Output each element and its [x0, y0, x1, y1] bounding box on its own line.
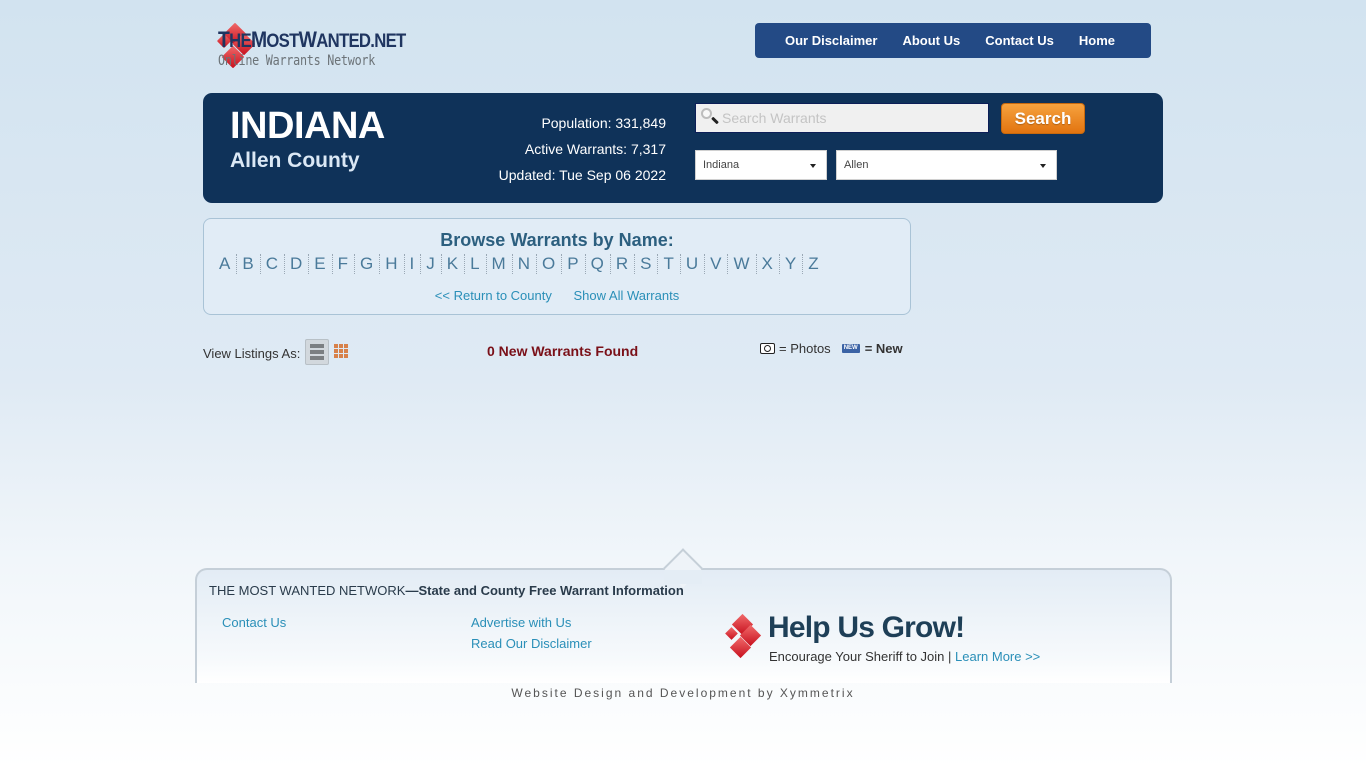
- search-field[interactable]: [695, 103, 989, 133]
- footer-title: THE MOST WANTED NETWORK—State and County…: [209, 583, 684, 598]
- state-title: INDIANA: [230, 105, 385, 147]
- county-select[interactable]: Allen: [836, 150, 1057, 180]
- nav-home[interactable]: Home: [1079, 33, 1115, 48]
- letter-link-r[interactable]: R: [611, 254, 636, 274]
- footer-contact-us-link[interactable]: Contact Us: [222, 615, 286, 630]
- chevron-down-icon: [810, 164, 816, 168]
- county-stats: Population: 331,849 Active Warrants: 7,3…: [499, 110, 666, 188]
- show-all-warrants-link[interactable]: Show All Warrants: [573, 288, 679, 303]
- letter-link-d[interactable]: D: [285, 254, 310, 274]
- new-legend-label: = New: [864, 341, 903, 356]
- letter-link-x[interactable]: X: [757, 254, 780, 274]
- letter-link-a[interactable]: A: [214, 254, 238, 274]
- browse-heading: Browse Warrants by Name:: [440, 230, 674, 250]
- search-icon: [700, 107, 722, 129]
- letter-link-y[interactable]: Y: [780, 254, 804, 274]
- letter-link-u[interactable]: U: [681, 254, 706, 274]
- county-select-value: Allen: [844, 159, 869, 171]
- letter-link-f[interactable]: F: [333, 254, 355, 274]
- active-warrants-stat: Active Warrants: 7,317: [524, 141, 666, 157]
- letter-link-v[interactable]: V: [705, 254, 729, 274]
- letter-link-k[interactable]: K: [442, 254, 466, 274]
- letter-link-e[interactable]: E: [309, 254, 333, 274]
- nav-contact-us[interactable]: Contact Us: [985, 33, 1054, 48]
- state-select-value: Indiana: [703, 159, 740, 171]
- letter-link-s[interactable]: S: [635, 254, 659, 274]
- design-credit: Website Design and Development by Xymmet…: [511, 686, 855, 700]
- letter-link-m[interactable]: M: [487, 254, 513, 274]
- letter-link-j[interactable]: J: [421, 254, 442, 274]
- updated-stat: Updated: Tue Sep 06 2022: [498, 167, 666, 183]
- letter-link-o[interactable]: O: [537, 254, 563, 274]
- letter-link-n[interactable]: N: [513, 254, 537, 274]
- top-navigation: Our Disclaimer About Us Contact Us Home: [755, 23, 1151, 58]
- learn-more-link[interactable]: Learn More >>: [955, 649, 1040, 664]
- letter-link-w[interactable]: W: [728, 254, 757, 274]
- warrants-found-count: 0 New Warrants Found: [487, 343, 639, 359]
- view-listings-label: View Listings As:: [203, 346, 301, 361]
- logo-subtitle: Online Warrants Network: [218, 52, 376, 69]
- browse-by-name-panel: Browse Warrants by Name: ABCDEFGHIJKLMNO…: [203, 218, 911, 315]
- letter-link-b[interactable]: B: [237, 254, 261, 274]
- chevron-down-icon: [1040, 164, 1046, 168]
- nav-our-disclaimer[interactable]: Our Disclaimer: [785, 33, 878, 48]
- footer-disclaimer-link[interactable]: Read Our Disclaimer: [471, 636, 592, 651]
- letter-link-t[interactable]: T: [658, 254, 681, 274]
- nav-about-us[interactable]: About Us: [902, 33, 960, 48]
- photos-legend-label: = Photos: [779, 341, 831, 356]
- letter-index: ABCDEFGHIJKLMNOPQRSTUVWXYZ: [214, 254, 825, 274]
- icon-legend: = Photos NEW = New: [760, 341, 903, 356]
- letter-link-i[interactable]: I: [405, 254, 422, 274]
- letter-link-g[interactable]: G: [355, 254, 381, 274]
- state-select[interactable]: Indiana: [695, 150, 827, 180]
- letter-link-h[interactable]: H: [380, 254, 405, 274]
- camera-icon: [760, 343, 775, 354]
- search-button[interactable]: Search: [1001, 103, 1085, 134]
- letter-link-c[interactable]: C: [261, 254, 285, 274]
- letter-link-l[interactable]: L: [465, 254, 487, 274]
- population-stat: Population: 331,849: [541, 115, 666, 131]
- location-banner: INDIANA Allen County Population: 331,849…: [203, 93, 1163, 203]
- logo-title: THEMOSTWANTED.NET: [218, 26, 406, 52]
- letter-link-q[interactable]: Q: [586, 254, 611, 274]
- logo-diamond-icon: [722, 613, 762, 662]
- site-logo[interactable]: THEMOSTWANTED.NET Online Warrants Networ…: [215, 22, 420, 74]
- list-view-icon[interactable]: [305, 339, 329, 365]
- search-input[interactable]: [722, 110, 972, 126]
- county-title: Allen County: [230, 149, 360, 172]
- grid-view-icon[interactable]: [334, 344, 348, 358]
- help-us-grow-text: Encourage Your Sheriff to Join | Learn M…: [769, 649, 1041, 664]
- return-to-county-link[interactable]: << Return to County: [435, 288, 552, 303]
- letter-link-z[interactable]: Z: [803, 254, 824, 274]
- new-badge-icon: NEW: [841, 344, 860, 353]
- letter-link-p[interactable]: P: [562, 254, 586, 274]
- footer-advertise-link[interactable]: Advertise with Us: [471, 615, 571, 630]
- help-us-grow-heading: Help Us Grow!: [768, 611, 965, 644]
